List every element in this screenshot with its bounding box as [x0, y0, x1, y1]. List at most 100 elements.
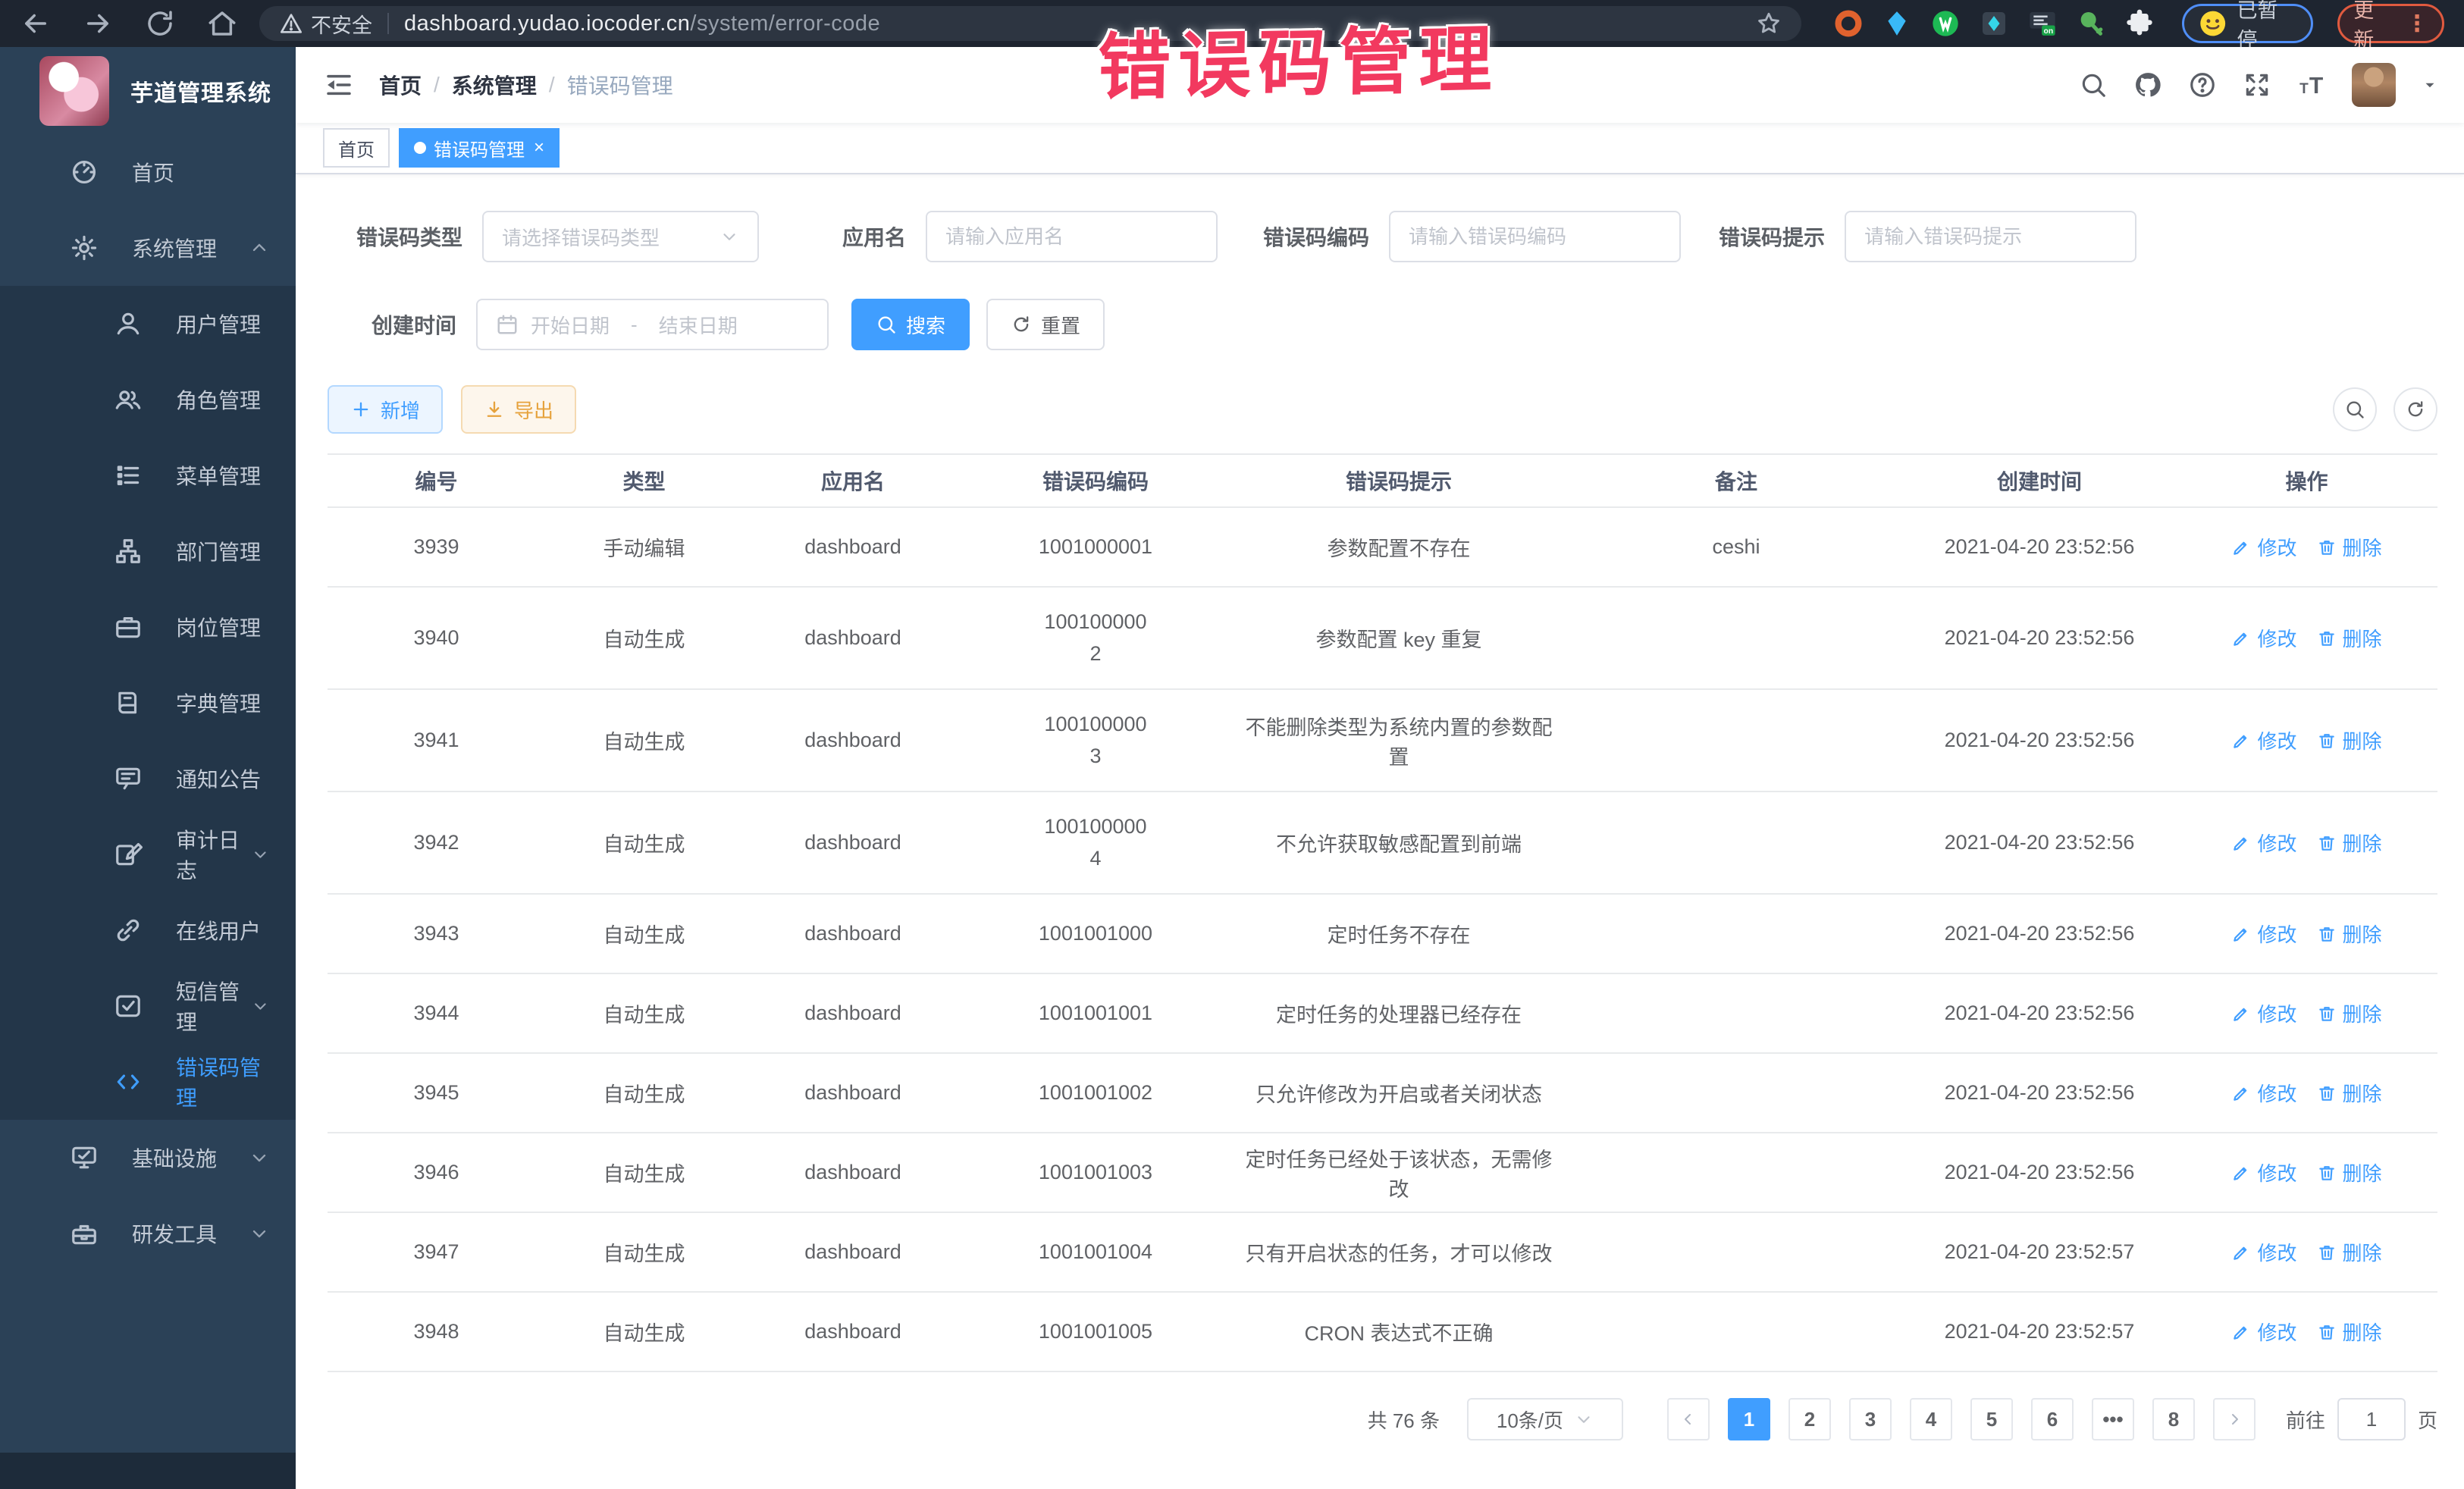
sidebar-item-home[interactable]: 首页 [0, 134, 296, 210]
refresh-icon [2405, 399, 2426, 420]
delete-link[interactable]: 删除 [2317, 1238, 2382, 1266]
date-range-picker[interactable]: 开始日期 - 结束日期 [476, 299, 829, 350]
browser-extension-icon[interactable] [1833, 8, 1864, 39]
delete-link[interactable]: 删除 [2317, 726, 2382, 754]
browser-profile-chip[interactable]: 已暂停 [2182, 4, 2313, 43]
prev-page-button[interactable] [1667, 1398, 1710, 1440]
cell-type: 自动生成 [545, 792, 743, 894]
error-type-select[interactable]: 请选择错误码类型 [482, 211, 759, 262]
delete-link[interactable]: 删除 [2317, 1079, 2382, 1107]
refresh-table-button[interactable] [2393, 387, 2437, 431]
sidebar-item-sms[interactable]: 短信管理 [0, 968, 296, 1044]
page-button-3[interactable]: 3 [1849, 1398, 1892, 1440]
edit-link[interactable]: 修改 [2231, 1158, 2296, 1186]
avatar-caret-icon[interactable] [2422, 77, 2438, 93]
add-button[interactable]: 新增 [328, 385, 443, 434]
user-avatar[interactable] [2352, 63, 2396, 107]
edit-link[interactable]: 修改 [2231, 533, 2296, 561]
browser-extension-icon[interactable] [1882, 8, 1912, 39]
browser-home-icon[interactable] [206, 8, 238, 39]
edit-link[interactable]: 修改 [2231, 726, 2296, 754]
chevron-down-icon [251, 995, 270, 1017]
page-button-2[interactable]: 2 [1788, 1398, 1831, 1440]
breadcrumb-home[interactable]: 首页 [379, 70, 422, 100]
error-hint-field[interactable] [1845, 211, 2136, 262]
help-icon[interactable] [2188, 71, 2217, 99]
next-page-button[interactable] [2213, 1398, 2256, 1440]
sidebar-item-notice[interactable]: 通知公告 [0, 741, 296, 817]
sidebar-item-system[interactable]: 系统管理 [0, 210, 296, 286]
browser-extension-icon[interactable] [1979, 8, 2009, 39]
page-size-select[interactable]: 10条/页 [1467, 1398, 1623, 1440]
tab-error-code[interactable]: 错误码管理 × [399, 128, 560, 168]
header-search-icon[interactable] [2079, 71, 2108, 99]
page-button-4[interactable]: 4 [1910, 1398, 1952, 1440]
sidebar-item-online-user[interactable]: 在线用户 [0, 892, 296, 968]
browser-extension-icon[interactable]: on [2027, 8, 2058, 39]
browser-back-icon[interactable] [20, 8, 52, 39]
extensions-puzzle-icon[interactable] [2124, 8, 2155, 39]
sidebar-item-dept[interactable]: 部门管理 [0, 513, 296, 589]
app-name-field[interactable] [926, 211, 1218, 262]
error-code-input[interactable] [1409, 225, 1661, 249]
bookmark-star-icon[interactable] [1756, 11, 1782, 36]
cell-id: 3947 [328, 1212, 545, 1292]
tab-home[interactable]: 首页 [323, 128, 390, 168]
delete-link[interactable]: 删除 [2317, 1318, 2382, 1346]
page-button-5[interactable]: 5 [1970, 1398, 2013, 1440]
browser-update-chip[interactable]: 更新 ⋮ [2337, 4, 2444, 43]
sidebar-item-infra[interactable]: 基础设施 [0, 1120, 296, 1196]
edit-link[interactable]: 修改 [2231, 1318, 2296, 1346]
table-row: 3939手动编辑dashboard1001000001参数配置不存在ceshi2… [328, 507, 2437, 587]
browser-forward-icon[interactable] [82, 8, 114, 39]
error-code-field[interactable] [1389, 211, 1681, 262]
browser-extension-icon[interactable] [2076, 8, 2106, 39]
page-button-6[interactable]: 6 [2031, 1398, 2074, 1440]
fullscreen-icon[interactable] [2243, 71, 2271, 99]
sidebar-item-user[interactable]: 用户管理 [0, 286, 296, 362]
tab-close-icon[interactable]: × [534, 139, 544, 157]
toggle-search-button[interactable] [2333, 387, 2377, 431]
font-size-icon[interactable]: TT [2297, 71, 2326, 99]
browser-reload-icon[interactable] [144, 8, 176, 39]
sidebar-item-role[interactable]: 角色管理 [0, 362, 296, 437]
edit-link[interactable]: 修改 [2231, 999, 2296, 1027]
browser-extension-icon[interactable] [1930, 8, 1961, 39]
delete-link[interactable]: 删除 [2317, 999, 2382, 1027]
cell-created: 2021-04-20 23:52:56 [1903, 507, 2176, 587]
edit-link[interactable]: 修改 [2231, 1079, 2296, 1107]
error-hint-input[interactable] [1864, 225, 2117, 249]
app-name-input[interactable] [945, 225, 1198, 249]
delete-link[interactable]: 删除 [2317, 533, 2382, 561]
github-icon[interactable] [2133, 71, 2162, 99]
address-bar[interactable]: 不安全 dashboard.yudao.iocoder.cn/system/er… [259, 6, 1801, 41]
sidebar-item-post[interactable]: 岗位管理 [0, 589, 296, 665]
sidebar-item-dev-tools[interactable]: 研发工具 [0, 1196, 296, 1271]
sidebar-item-error-code[interactable]: 错误码管理 [0, 1044, 296, 1120]
cell-created: 2021-04-20 23:52:56 [1903, 894, 2176, 973]
hamburger-icon[interactable] [323, 69, 355, 101]
page-button-1[interactable]: 1 [1728, 1398, 1770, 1440]
goto-page-input[interactable] [2337, 1398, 2406, 1440]
reset-button[interactable]: 重置 [986, 299, 1105, 350]
delete-link[interactable]: 删除 [2317, 624, 2382, 652]
delete-link[interactable]: 删除 [2317, 829, 2382, 857]
sidebar-item-dict[interactable]: 字典管理 [0, 665, 296, 741]
edit-link[interactable]: 修改 [2231, 920, 2296, 948]
delete-link[interactable]: 删除 [2317, 920, 2382, 948]
export-button[interactable]: 导出 [461, 385, 576, 434]
cell-remark [1569, 689, 1903, 792]
page-button-8[interactable]: 8 [2152, 1398, 2195, 1440]
search-button[interactable]: 搜索 [851, 299, 970, 350]
breadcrumb-system[interactable]: 系统管理 [452, 70, 537, 100]
page-ellipsis[interactable]: ••• [2092, 1398, 2134, 1440]
sidebar-collapse-bar[interactable] [0, 1453, 296, 1489]
edit-link[interactable]: 修改 [2231, 624, 2296, 652]
edit-link[interactable]: 修改 [2231, 1238, 2296, 1266]
delete-link[interactable]: 删除 [2317, 1158, 2382, 1186]
browser-menu-icon[interactable]: ⋮ [2406, 11, 2428, 37]
sidebar-item-menu[interactable]: 菜单管理 [0, 437, 296, 513]
sidebar-item-audit-log[interactable]: 审计日志 [0, 817, 296, 892]
edit-link[interactable]: 修改 [2231, 829, 2296, 857]
sidebar-logo[interactable]: 芋道管理系统 [0, 47, 296, 134]
